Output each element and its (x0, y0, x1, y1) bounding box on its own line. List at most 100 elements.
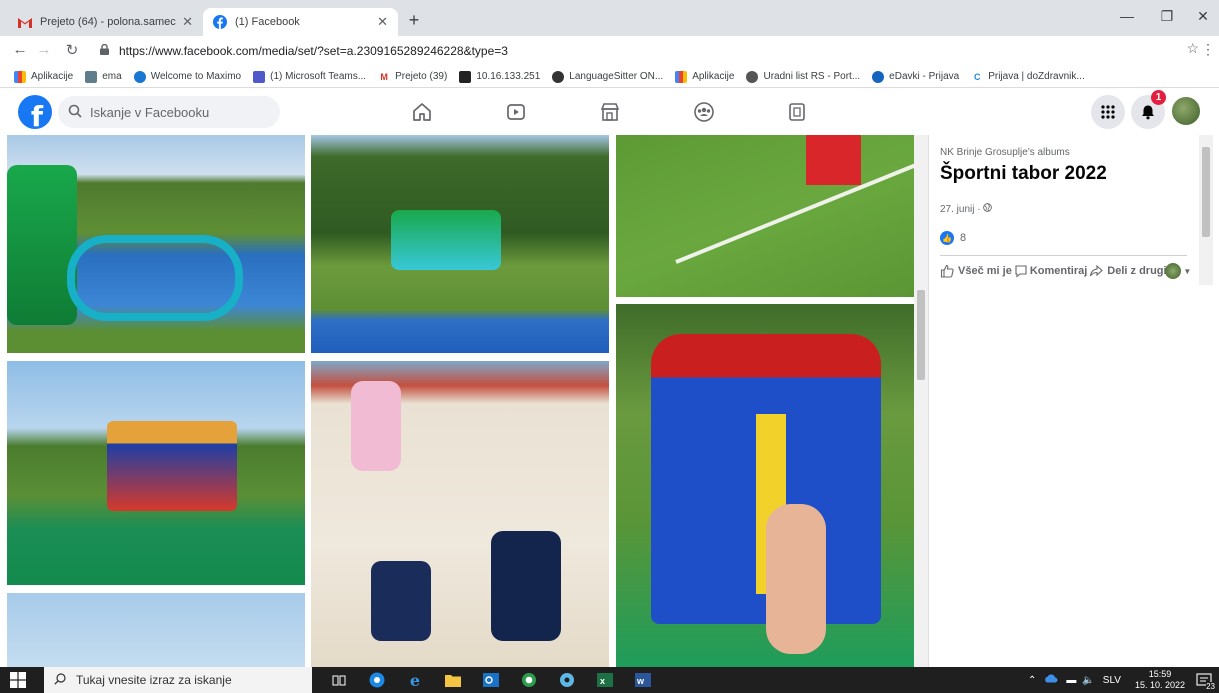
facebook-search-input[interactable]: Iskanje v Facebooku (58, 96, 280, 128)
facebook-icon (213, 15, 227, 29)
input-language[interactable]: SLV (1103, 675, 1121, 686)
network-app-icon[interactable] (558, 671, 576, 689)
scrollbar-thumb[interactable] (1202, 147, 1210, 237)
languagesitter-icon (552, 70, 565, 83)
url-text: https://www.facebook.com/media/set/?set=… (119, 44, 508, 58)
globe-icon (983, 203, 993, 215)
new-tab-button[interactable]: + (404, 10, 424, 31)
notification-count: 23 (1206, 682, 1215, 691)
task-view-icon[interactable] (330, 671, 348, 689)
tab-title: (1) Facebook (235, 16, 300, 28)
panel-scrollbar[interactable] (1199, 135, 1213, 285)
dozdravnik-icon: C (971, 70, 984, 83)
home-icon[interactable] (409, 99, 435, 125)
photo-sand-play[interactable] (311, 361, 609, 667)
maximo-icon (133, 70, 146, 83)
marketplace-icon[interactable] (597, 99, 623, 125)
notification-badge: 1 (1151, 90, 1166, 105)
reload-icon[interactable]: ↻ (62, 41, 82, 59)
photo-sky[interactable] (7, 593, 305, 667)
album-date: 27. junij · (940, 203, 993, 215)
apps-grid-icon (14, 70, 26, 83)
onedrive-icon[interactable] (1044, 674, 1058, 686)
thumbs-up-icon (940, 264, 954, 278)
photo-grass-field[interactable] (616, 135, 914, 297)
chevron-down-icon[interactable]: ▼ (1183, 267, 1191, 276)
action-center-icon[interactable]: 23 (1195, 671, 1215, 691)
network-icon[interactable]: ▬ (1066, 675, 1076, 686)
taskbar-search-placeholder: Tukaj vnesite izraz za iskanje (76, 673, 232, 687)
edge-icon[interactable]: e (406, 671, 424, 690)
minimize-icon[interactable]: — (1107, 8, 1147, 24)
back-icon[interactable]: ← (10, 41, 30, 58)
close-window-icon[interactable]: ✕ (1183, 8, 1219, 25)
close-tab-icon[interactable]: ✕ (377, 14, 388, 30)
bookmark-item[interactable]: C Prijava | doZdravnik... (971, 70, 1085, 83)
like-button[interactable]: Všeč mi je (940, 264, 1012, 278)
address-bar[interactable]: https://www.facebook.com/media/set/?set=… (94, 39, 1196, 63)
menu-button[interactable] (1091, 95, 1125, 129)
volume-icon[interactable]: 🔈 (1082, 675, 1094, 686)
bookmark-item[interactable]: Welcome to Maximo (133, 70, 241, 83)
excel-icon[interactable]: x (596, 671, 614, 689)
search-icon (68, 104, 82, 121)
bookmark-item[interactable]: LanguageSitter ON... (552, 70, 663, 83)
apps-grid-icon (675, 70, 688, 83)
bookmark-item[interactable]: 10.16.133.251 (459, 70, 540, 83)
svg-text:x: x (600, 676, 605, 686)
gallery-scrollbar[interactable] (914, 135, 928, 667)
bookmark-item[interactable]: (1) Microsoft Teams... (253, 70, 366, 83)
grid-menu-icon (1101, 105, 1115, 119)
chrome-icon[interactable] (368, 671, 386, 689)
browser-tab-strip: Prejeto (64) - polona.samec@gm ✕ (1) Fac… (0, 0, 1219, 36)
word-icon[interactable]: w (634, 671, 652, 689)
clock[interactable]: 15:59 15. 10. 2022 (1135, 669, 1185, 691)
comment-button[interactable]: Komentiraj (1014, 264, 1087, 278)
photo-water-slide[interactable] (7, 135, 305, 353)
forward-icon[interactable]: → (34, 41, 54, 58)
album-photo-grid (0, 135, 918, 667)
watch-icon[interactable] (503, 99, 529, 125)
gmail-icon: M (378, 70, 391, 83)
facebook-logo[interactable]: f (18, 95, 52, 129)
tab-title: Prejeto (64) - polona.samec@gm (40, 16, 176, 28)
reaction-summary[interactable]: 👍 8 (940, 231, 966, 245)
server-icon (459, 70, 472, 83)
browser-app-icon[interactable] (520, 671, 538, 689)
action-row: Všeč mi je Komentiraj Deli z drugimi ▼ (940, 263, 1191, 279)
bookmark-item[interactable]: ema (85, 70, 122, 83)
bookmark-item[interactable]: eDavki - Prijava (872, 70, 959, 83)
clock-date: 15. 10. 2022 (1134, 680, 1185, 690)
maximize-icon[interactable]: ❐ (1147, 8, 1187, 25)
groups-icon[interactable] (691, 99, 717, 125)
photo-girl-on-slide[interactable] (616, 304, 914, 667)
facebook-header: f Iskanje v Facebooku (0, 89, 1219, 135)
bookmark-item[interactable]: Uradni list RS - Port... (746, 70, 860, 83)
windows-start-icon[interactable] (10, 672, 26, 688)
bookmark-item[interactable]: M Prejeto (39) (378, 70, 447, 83)
bookmark-star-icon[interactable]: ☆ (1186, 40, 1199, 57)
browser-toolbar: ← → ↻ https://www.facebook.com/media/set… (0, 36, 1219, 66)
bell-icon (1142, 105, 1154, 120)
gaming-icon[interactable] (784, 99, 810, 125)
svg-text:w: w (636, 676, 645, 686)
bookmark-item[interactable]: Aplikacije (675, 70, 734, 83)
album-owner-link[interactable]: NK Brinje Grosuplje's albums (940, 147, 1070, 158)
taskbar-search-input[interactable]: Tukaj vnesite izraz za iskanje (44, 667, 312, 693)
tab-gmail[interactable]: Prejeto (64) - polona.samec@gm ✕ (8, 8, 203, 36)
album-title: Športni tabor 2022 (940, 163, 1107, 184)
tab-facebook[interactable]: (1) Facebook ✕ (203, 8, 398, 36)
profile-avatar[interactable] (1170, 95, 1202, 127)
show-hidden-icons-icon[interactable]: ⌃ (1028, 675, 1036, 686)
scrollbar-thumb[interactable] (917, 290, 925, 380)
browser-menu-icon[interactable]: ⋮ (1201, 41, 1215, 58)
photo-kids-water-slide[interactable] (311, 135, 609, 353)
file-explorer-icon[interactable] (444, 671, 462, 689)
photo-bouncy-castle[interactable] (7, 361, 305, 585)
teams-icon (253, 70, 266, 83)
bookmark-item[interactable]: Aplikacije (14, 70, 73, 83)
share-icon (1090, 264, 1104, 277)
comment-icon (1015, 265, 1027, 278)
close-tab-icon[interactable]: ✕ (182, 14, 193, 30)
outlook-icon[interactable] (482, 671, 500, 689)
